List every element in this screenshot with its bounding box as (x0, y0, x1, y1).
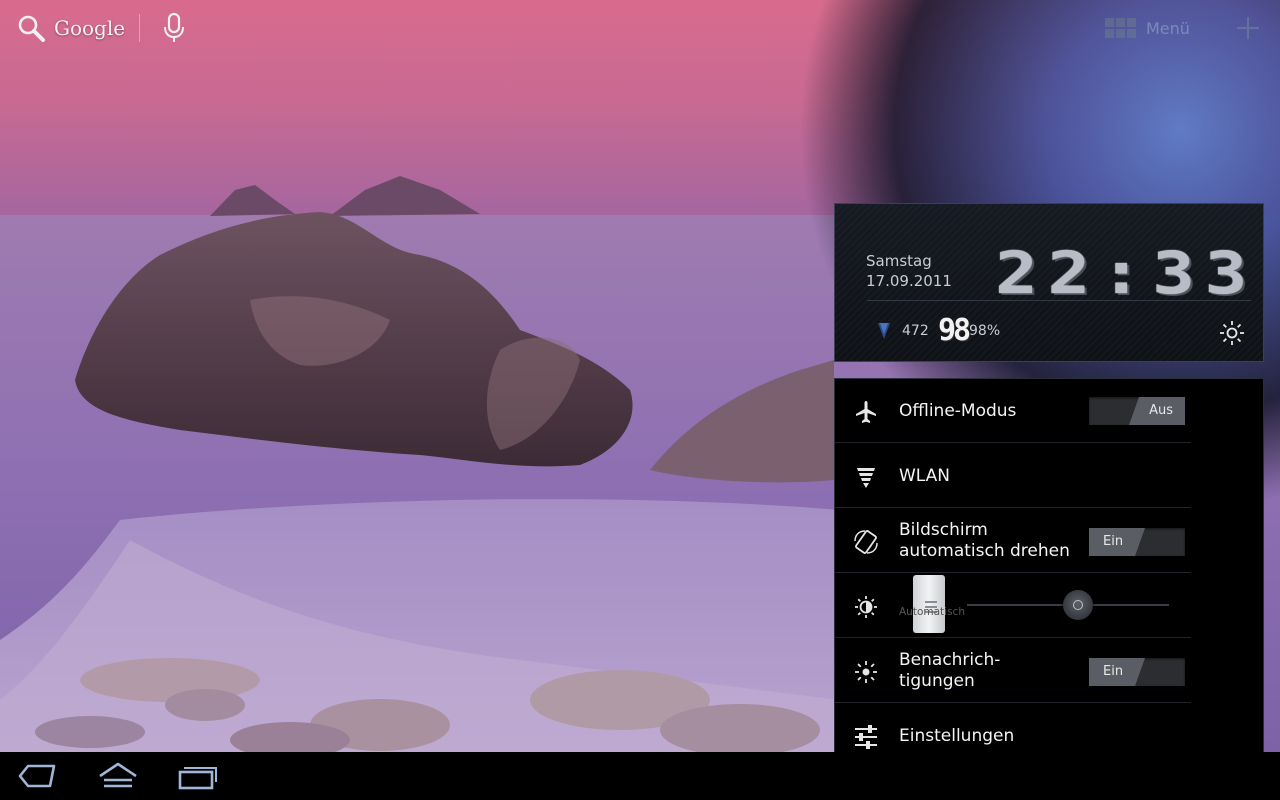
wifi-label: WLAN (899, 466, 951, 486)
toggle-state-label: Ein (1103, 534, 1124, 549)
battery-level-large: 98 (938, 313, 971, 348)
wifi-signal-icon (878, 323, 890, 339)
menu-label: Menü (1146, 18, 1190, 38)
auto-brightness-checkbox[interactable] (913, 575, 945, 633)
toggle-state-label: Aus (1149, 403, 1173, 418)
row-divider (835, 507, 1191, 508)
battery-percent: 98% (969, 323, 1001, 339)
notifications-label: Benachrich- tigungen (899, 650, 1000, 692)
autorotate-label-line1: Bildschirm (899, 520, 988, 540)
navigation-bar (0, 752, 1280, 800)
brightness-row (835, 574, 1191, 638)
home-icon[interactable] (96, 760, 140, 792)
rotate-icon (854, 530, 878, 554)
search-divider (139, 14, 140, 42)
search-icon (18, 15, 45, 42)
clock-divider (867, 300, 1251, 301)
row-divider (835, 442, 1191, 443)
airplane-mode-row[interactable]: Offline-Modus Aus (835, 379, 1191, 443)
notifications-label-line2: tigungen (899, 671, 975, 691)
google-search-button[interactable]: Google (16, 12, 125, 44)
row-divider (835, 572, 1191, 573)
signal-value: 472 (902, 323, 929, 339)
recent-apps-icon[interactable] (176, 760, 218, 792)
apps-menu-button[interactable]: Menü (1104, 14, 1190, 42)
airplane-mode-toggle[interactable]: Aus (1089, 397, 1185, 425)
toggle-state-label: Ein (1103, 664, 1124, 679)
settings-sliders-icon (855, 725, 877, 749)
day-label: Samstag (866, 252, 932, 270)
brightness-slider-thumb[interactable] (1063, 590, 1094, 620)
apps-grid-icon (1105, 18, 1136, 38)
airplane-icon (856, 401, 876, 423)
autorotate-label-line2: automatisch drehen (899, 541, 1070, 561)
back-icon[interactable] (16, 760, 58, 792)
mic-icon[interactable] (160, 12, 188, 44)
brightness-icon[interactable] (1219, 320, 1245, 346)
notifications-icon (855, 661, 877, 683)
autorotate-row[interactable]: Bildschirm automatisch drehen Ein (835, 509, 1191, 573)
wifi-icon (857, 468, 875, 488)
notifications-row[interactable]: Benachrich- tigungen Ein (835, 639, 1191, 703)
autorotate-toggle[interactable]: Ein (1089, 528, 1185, 556)
notifications-toggle[interactable]: Ein (1089, 658, 1185, 686)
add-icon[interactable] (1234, 14, 1262, 42)
brightness-low-icon (855, 596, 877, 618)
row-divider (835, 702, 1191, 703)
airplane-mode-label: Offline-Modus (899, 401, 1017, 421)
auto-brightness-label: Automatisch (899, 606, 965, 618)
clock-panel[interactable]: Samstag 17.09.2011 22:33 472 98 98% (834, 203, 1264, 362)
notifications-label-line1: Benachrich- (899, 650, 1001, 670)
settings-label: Einstellungen (899, 726, 1015, 746)
autorotate-label: Bildschirm automatisch drehen (899, 520, 1070, 562)
google-label: Google (54, 16, 126, 40)
wifi-row[interactable]: WLAN (835, 444, 1191, 508)
quick-settings-panel: Offline-Modus Aus WLAN Bildschirm automa… (834, 378, 1264, 769)
clock-time: 22:33 (995, 239, 1257, 307)
checkbox-stripe (925, 601, 937, 603)
row-divider (835, 637, 1191, 638)
